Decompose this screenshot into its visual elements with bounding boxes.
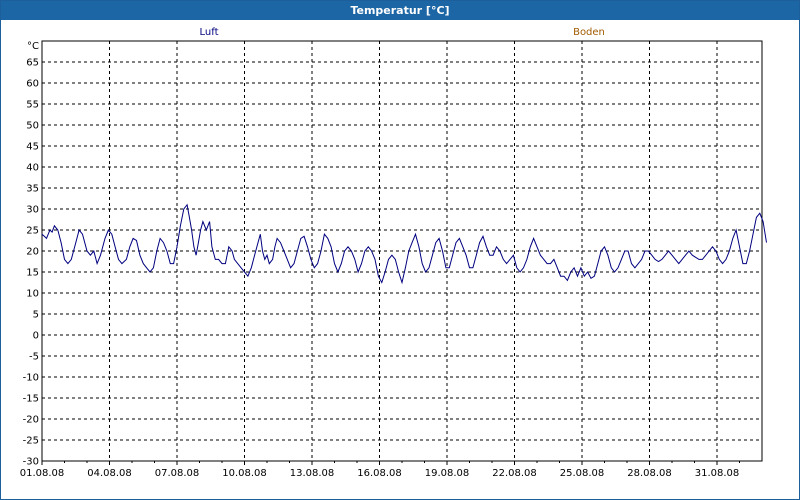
y-tick-label: -20 [23,415,39,426]
y-tick-label: 50 [26,121,39,132]
series-line-luft [41,203,767,285]
x-tick-label: 13.08.08 [290,468,335,479]
y-tick-label: -5 [29,352,39,363]
x-tick-label: 04.08.08 [87,468,132,479]
x-tick-label: 25.08.08 [560,468,605,479]
y-tick-label: 45 [26,142,39,153]
y-tick-label: 10 [26,289,39,300]
legend-boden: Boden [573,27,605,38]
window-title: Temperatur [°C] [1,1,799,20]
y-tick-label: -10 [23,373,39,384]
y-tick-label: 40 [26,163,39,174]
y-tick-label: -25 [23,436,39,447]
legend-luft: Luft [200,27,219,38]
series [41,203,767,285]
y-axis-unit: °C [27,41,39,52]
chart-window: Temperatur [°C] Luft Boden °C 65 60 55 50 45… [0,0,800,500]
x-tick-label: 10.08.08 [222,468,267,479]
y-tick-label: 15 [26,268,39,279]
x-tick-label: 07.08.08 [155,468,200,479]
y-tick-label: -15 [23,394,39,405]
x-tick-label: 28.08.08 [627,468,672,479]
x-tick-label: 22.08.08 [492,468,537,479]
y-tick-label: 0 [33,331,39,342]
y-tick-label: 25 [26,226,39,237]
x-tick-label: 19.08.08 [425,468,470,479]
temperature-chart: Luft Boden °C 65605550454035302520151050… [20,27,767,479]
y-tick-label: 20 [26,247,39,258]
y-tick-label: 65 [26,58,39,69]
y-tick-label: -30 [23,457,39,468]
x-tick-label: 01.08.08 [20,468,65,479]
y-tick-label: 35 [26,184,39,195]
x-tick-labels: 01.08.08 04.08.08 07.08.08 10.08.08 13.08.08… [20,468,740,479]
y-tick-label: 55 [26,100,39,111]
y-tick-label: 60 [26,79,39,90]
grid [41,41,762,465]
y-tick-label: 30 [26,205,39,216]
x-tick-label: 16.08.08 [357,468,402,479]
y-tick-labels: 65605550454035302520151050-5-10-15-20-25… [23,58,39,468]
x-tick-label: 31.08.08 [695,468,740,479]
y-tick-label: 5 [33,310,39,321]
